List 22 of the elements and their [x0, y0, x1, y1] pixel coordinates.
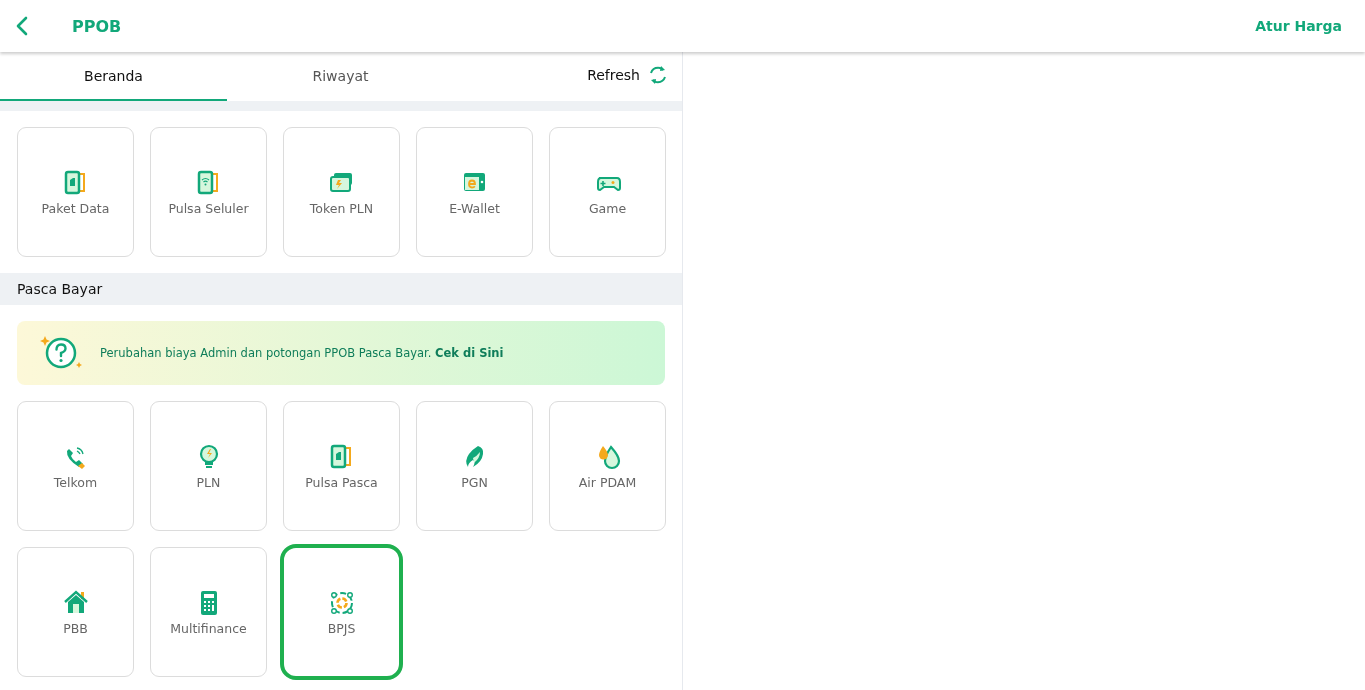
section-title: Pasca Bayar [17, 281, 103, 297]
service-tile[interactable]: BPJS [280, 544, 403, 680]
refresh-button[interactable]: Refresh [587, 52, 682, 101]
service-tile[interactable]: Telkom [17, 401, 134, 531]
service-tile[interactable]: PLN [150, 401, 267, 531]
service-tile[interactable]: PGN [416, 401, 533, 531]
tab[interactable]: Riwayat [227, 52, 454, 101]
service-tile[interactable]: Pulsa Pasca [283, 401, 400, 531]
service-tile[interactable]: Game [549, 127, 666, 257]
service-tile[interactable]: PBB [17, 547, 134, 677]
refresh-icon [648, 64, 668, 85]
atur-harga-link[interactable]: Atur Harga [1255, 18, 1342, 34]
cek-di-sini-link[interactable]: Cek di Sini [435, 346, 504, 360]
service-tile[interactable]: Paket Data [17, 127, 134, 257]
back-icon[interactable] [16, 16, 28, 36]
service-tile[interactable]: Multifinance [150, 547, 267, 677]
service-tile[interactable]: Air PDAM [549, 401, 666, 531]
info-message: Perubahan biaya Admin dan potongan PPOB Pasca Bayar. Cek di Sini [100, 346, 504, 360]
service-tile[interactable]: Pulsa Seluler [150, 127, 267, 257]
page-title: PPOB [72, 16, 123, 36]
service-tile[interactable]: E-Wallet [416, 127, 533, 257]
service-tile[interactable]: Token PLN [283, 127, 400, 257]
